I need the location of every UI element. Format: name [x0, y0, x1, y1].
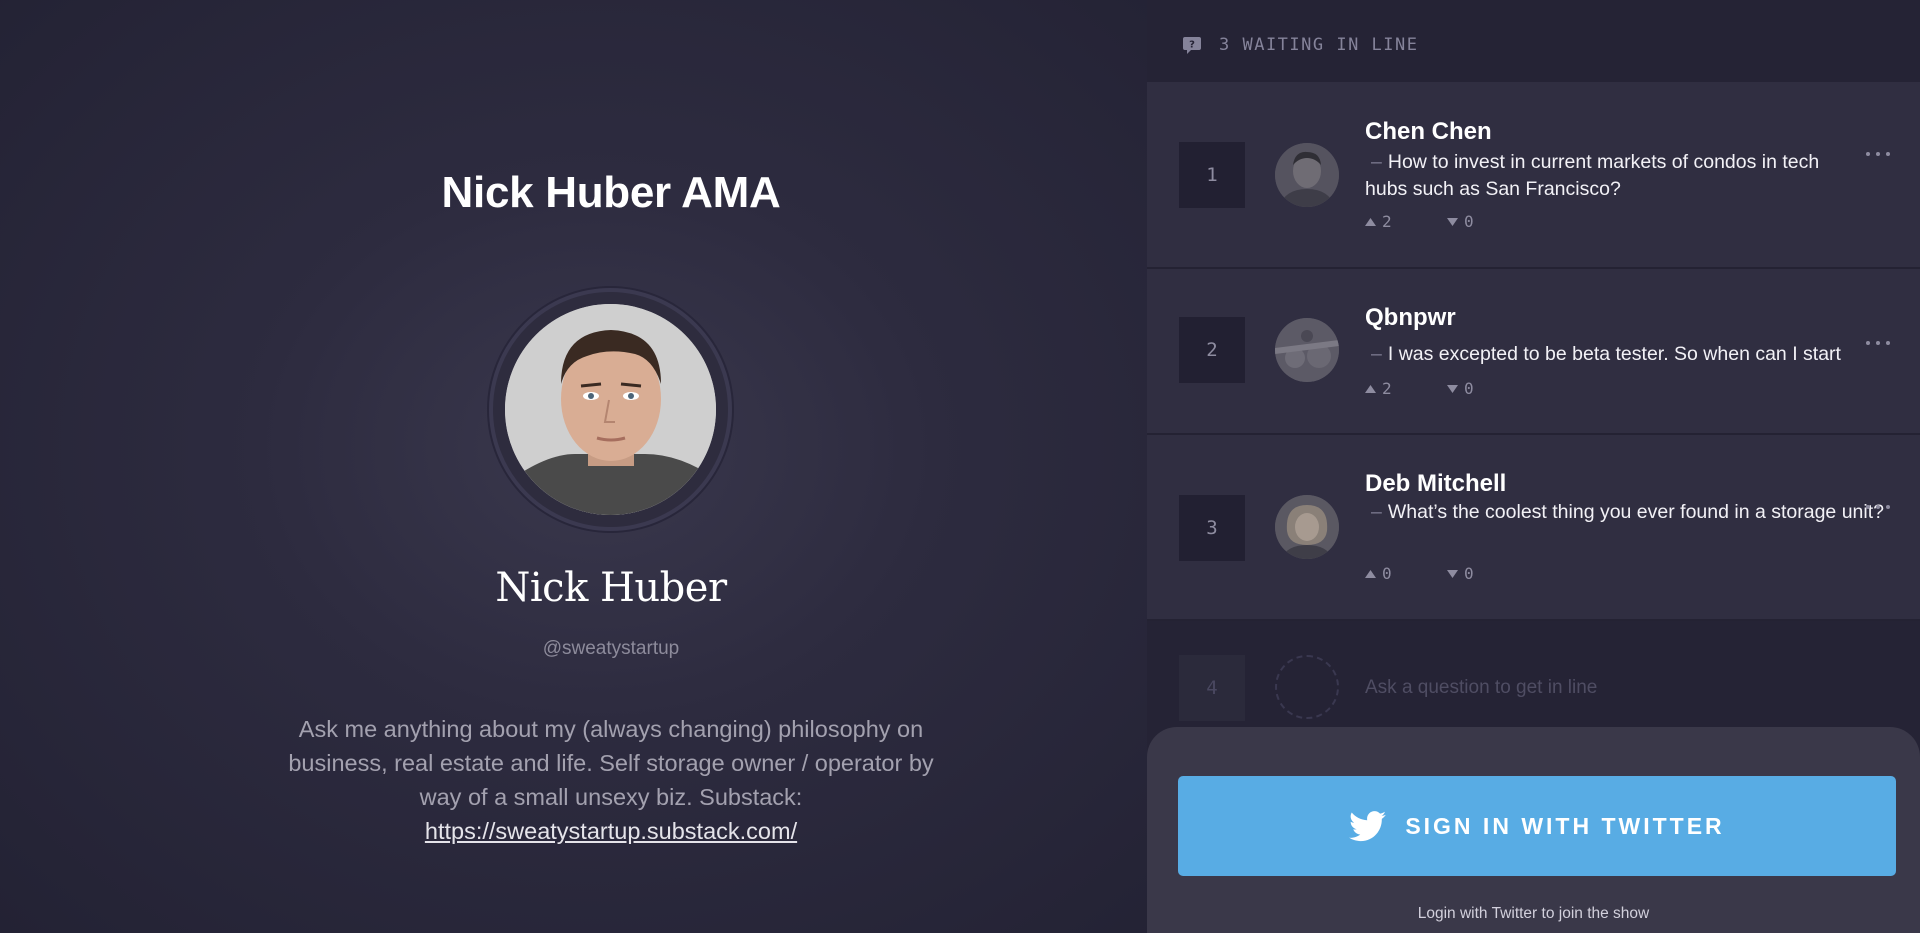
downvote-count: 0	[1464, 212, 1474, 231]
more-options-icon[interactable]	[1866, 150, 1890, 158]
dash: –	[1371, 151, 1382, 173]
downvote-count: 0	[1464, 379, 1474, 398]
host-portrait-image	[505, 304, 716, 515]
downvote-button[interactable]: 0	[1447, 212, 1529, 231]
vote-row: 2 0	[1365, 212, 1529, 231]
downvote-button[interactable]: 0	[1447, 379, 1529, 398]
dash: –	[1371, 343, 1382, 365]
questioner-name: Deb Mitchell	[1365, 470, 1507, 497]
queue-item[interactable]: 3 Deb Mitchell – What’s the coolest thing…	[1147, 435, 1920, 621]
vote-row: 0 0	[1365, 564, 1529, 583]
vote-row: 2 0	[1365, 379, 1529, 398]
upvote-button[interactable]: 2	[1365, 212, 1447, 231]
questioner-name: Chen Chen	[1365, 118, 1492, 145]
host-avatar-frame	[489, 288, 732, 531]
more-options-icon[interactable]	[1866, 339, 1890, 347]
host-bio: Ask me anything about my (always changin…	[270, 712, 952, 848]
user-photo	[1275, 318, 1339, 382]
question-text: – How to invest in current markets of con…	[1365, 149, 1865, 203]
upvote-icon	[1365, 569, 1376, 578]
queue-placeholder-row: 4 Ask a question to get in line	[1147, 621, 1920, 721]
host-avatar	[505, 304, 716, 515]
user-photo	[1275, 143, 1339, 207]
downvote-icon	[1447, 217, 1458, 226]
question-text: – What’s the coolest thing you ever found…	[1365, 499, 1885, 526]
avatar[interactable]	[1275, 143, 1339, 207]
downvote-icon	[1447, 569, 1458, 578]
queue-item[interactable]: 2 Qbnpwr – I was excepted to be beta test…	[1147, 269, 1920, 435]
queue-panel: ? 3 WAITING IN LINE 1 Chen Chen – How to …	[1147, 0, 1920, 933]
queue-item[interactable]: 1 Chen Chen – How to invest in current ma…	[1147, 82, 1920, 269]
substack-link[interactable]: https://sweatystartup.substack.com/	[425, 818, 797, 844]
question-body: What’s the coolest thing you ever found …	[1387, 501, 1884, 523]
dash: –	[1371, 501, 1382, 523]
question-bubble-icon: ?	[1183, 37, 1201, 54]
questioner-name: Qbnpwr	[1365, 304, 1456, 331]
queue-position: 1	[1179, 142, 1245, 208]
bio-text: Ask me anything about my (always changin…	[288, 716, 934, 810]
queue-position: 2	[1179, 317, 1245, 383]
more-options-icon[interactable]	[1866, 503, 1890, 511]
queue-header: ? 3 WAITING IN LINE	[1147, 0, 1920, 82]
ama-title: Nick Huber AMA	[441, 168, 781, 217]
signin-note: Login with Twitter to join the show	[1417, 905, 1650, 922]
question-body: How to invest in current markets of cond…	[1365, 151, 1820, 200]
sign-in-label: SIGN IN WITH TWITTER	[1405, 812, 1725, 839]
host-panel: Nick Huber AMA Nick Huber @sweatystartup…	[0, 0, 1147, 933]
downvote-icon	[1447, 384, 1458, 393]
downvote-count: 0	[1464, 564, 1474, 583]
sign-in-with-twitter-button[interactable]: SIGN IN WITH TWITTER	[1178, 776, 1896, 876]
upvote-icon	[1365, 384, 1376, 393]
avatar-placeholder	[1275, 655, 1339, 719]
upvote-button[interactable]: 0	[1365, 564, 1447, 583]
upvote-button[interactable]: 2	[1365, 379, 1447, 398]
host-handle: @sweatystartup	[542, 638, 680, 659]
user-photo	[1275, 495, 1339, 559]
queue-position: 4	[1179, 655, 1245, 721]
avatar[interactable]	[1275, 318, 1339, 382]
twitter-bird-icon	[1349, 810, 1387, 841]
upvote-icon	[1365, 217, 1376, 226]
question-body: I was excepted to be beta tester. So whe…	[1387, 343, 1841, 365]
question-text: – I was excepted to be beta tester. So wh…	[1365, 341, 1885, 368]
svg-text:?: ?	[1189, 40, 1195, 51]
upvote-count: 2	[1382, 212, 1392, 231]
upvote-count: 2	[1382, 379, 1392, 398]
upvote-count: 0	[1382, 564, 1392, 583]
avatar[interactable]	[1275, 495, 1339, 559]
queue-placeholder-text: Ask a question to get in line	[1365, 677, 1598, 698]
downvote-button[interactable]: 0	[1447, 564, 1529, 583]
signin-panel: SIGN IN WITH TWITTER Login with Twitter …	[1147, 727, 1920, 933]
queue-count: 3 WAITING IN LINE	[1219, 35, 1419, 55]
queue-position: 3	[1179, 495, 1245, 561]
host-name: Nick Huber	[495, 565, 727, 611]
